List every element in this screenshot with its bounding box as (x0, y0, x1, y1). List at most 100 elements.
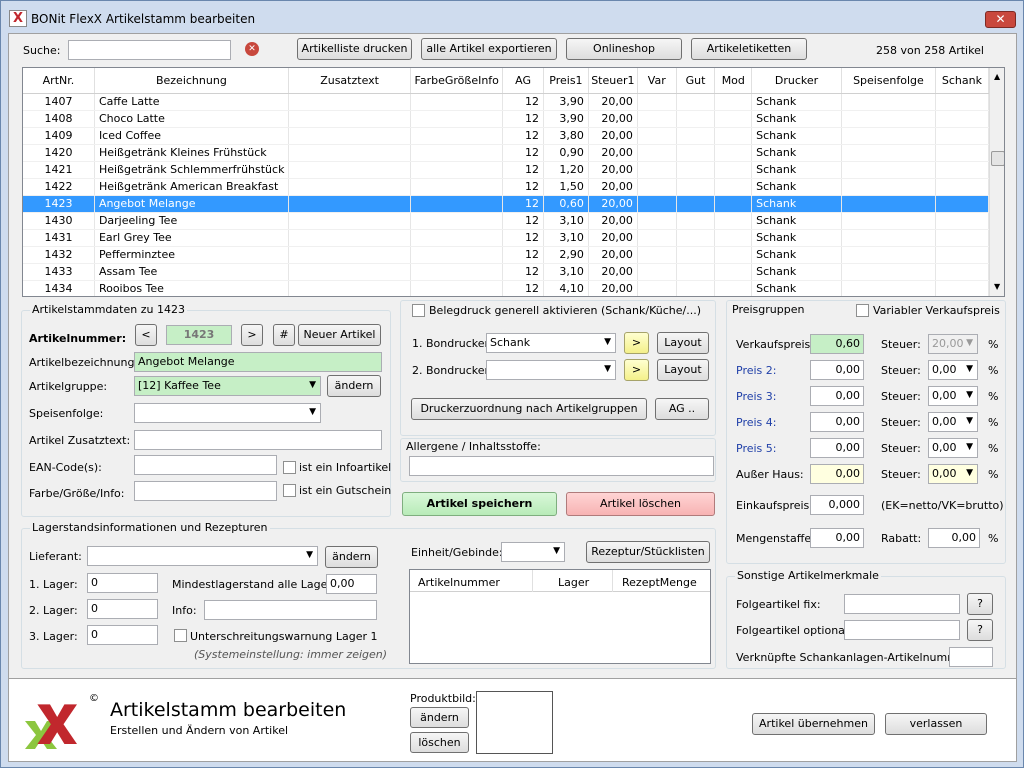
bon2-select[interactable]: ▼ (486, 360, 616, 380)
warn-checkbox[interactable] (174, 629, 187, 642)
delete-image-button[interactable]: löschen (410, 732, 469, 753)
gruppe-select[interactable]: [12] Kaffee Tee ▼ (134, 376, 321, 396)
column-header[interactable]: Bezeichnung (94, 68, 289, 94)
grid-scrollbar[interactable]: ▲ ▼ (989, 68, 1004, 296)
print-list-button[interactable]: Artikelliste drucken (297, 38, 412, 60)
steuer-select[interactable]: 0,00 ▼ (928, 438, 978, 458)
bon1-arrow-button[interactable]: > (624, 332, 649, 354)
scroll-up-icon[interactable]: ▲ (994, 72, 1000, 81)
allergene-field[interactable] (409, 456, 714, 476)
lager1-field[interactable]: 0 (87, 573, 158, 593)
bon2-layout-button[interactable]: Layout (657, 359, 709, 381)
fix-lookup-button[interactable]: ? (967, 593, 993, 615)
hash-button[interactable]: # (273, 324, 295, 346)
search-input[interactable] (68, 40, 231, 60)
article-grid[interactable]: ArtNr. Bezeichnung Zusatztext FarbeGrößeInf… (22, 67, 1005, 297)
price-field[interactable]: 0,00 (810, 438, 864, 458)
speise-select[interactable]: ▼ (134, 403, 321, 423)
min-field[interactable]: 0,00 (326, 574, 377, 594)
change-supplier-button[interactable]: ändern (325, 546, 378, 568)
bon2-arrow-button[interactable]: > (624, 359, 649, 381)
column-header[interactable]: AG (502, 68, 544, 94)
farbe-field[interactable] (134, 481, 277, 501)
price-field[interactable]: 0,00 (810, 412, 864, 432)
bez-field[interactable]: Angebot Melange (134, 352, 382, 372)
steuer-select[interactable]: 20,00 ▼ (928, 334, 978, 354)
scroll-down-icon[interactable]: ▼ (994, 282, 1000, 291)
title-bar[interactable]: X BONit FlexX Artikelstamm bearbeiten ✕ (1, 1, 1023, 35)
gutschein-checkbox[interactable] (283, 484, 296, 497)
ag-button[interactable]: AG .. (655, 398, 709, 420)
schank-field[interactable] (949, 647, 993, 667)
price-field[interactable]: 0,00 (810, 386, 864, 406)
delete-article-button[interactable]: Artikel löschen (566, 492, 715, 516)
column-header[interactable]: ArtNr. (23, 68, 95, 94)
table-row[interactable]: 1430 Darjeeling Tee 12 3,10 20,00 Schank (23, 212, 990, 230)
table-row[interactable]: 1420 Heißgetränk Kleines Frühstück 12 0,90 2… (23, 144, 990, 162)
ek-field[interactable]: 0,000 (810, 495, 864, 515)
lager3-field[interactable]: 0 (87, 625, 158, 645)
change-image-button[interactable]: ändern (410, 707, 469, 728)
column-header[interactable]: Speisenfolge (841, 68, 936, 94)
price-field[interactable]: 0,60 (810, 334, 864, 354)
variabel-checkbox[interactable] (856, 304, 869, 317)
staffel-field[interactable]: 0,00 (810, 528, 864, 548)
column-header[interactable]: Drucker (751, 68, 842, 94)
next-article-button[interactable]: > (241, 324, 263, 346)
close-button[interactable]: ✕ (985, 11, 1016, 28)
infoartikel-checkbox[interactable] (283, 461, 296, 474)
leave-button[interactable]: verlassen (885, 713, 987, 735)
einheit-select[interactable]: ▼ (501, 542, 565, 562)
bon1-layout-button[interactable]: Layout (657, 332, 709, 354)
export-all-button[interactable]: alle Artikel exportieren (421, 38, 557, 60)
opt-field[interactable] (844, 620, 960, 640)
rezeptur-table[interactable]: Artikelnummer Lager RezeptMenge (409, 569, 711, 664)
table-row[interactable]: 1421 Heißgetränk Schlemmerfrühstück 12 1,20… (23, 161, 990, 179)
prev-article-button[interactable]: < (135, 324, 157, 346)
info-field[interactable] (204, 600, 377, 620)
bon1-select[interactable]: Schank ▼ (486, 333, 616, 353)
onlineshop-button[interactable]: Onlineshop (566, 38, 682, 60)
fix-field[interactable] (844, 594, 960, 614)
artnr-field[interactable]: 1423 (166, 325, 232, 345)
column-header[interactable]: Gut (676, 68, 716, 94)
steuer-select[interactable]: 0,00 ▼ (928, 464, 978, 484)
price-field[interactable]: 0,00 (810, 464, 864, 484)
rezeptur-button[interactable]: Rezeptur/Stücklisten (586, 541, 710, 563)
column-header[interactable]: FarbeGrößeInfo (410, 68, 504, 94)
new-article-button[interactable]: Neuer Artikel (298, 324, 381, 346)
clear-search-icon[interactable]: ✕ (245, 42, 259, 56)
steuer-select[interactable]: 0,00 ▼ (928, 386, 978, 406)
column-header[interactable]: Preis1 (543, 68, 589, 94)
ean-field[interactable] (134, 455, 277, 475)
lager2-field[interactable]: 0 (87, 599, 158, 619)
lieferant-select[interactable]: ▼ (87, 546, 318, 566)
apply-article-button[interactable]: Artikel übernehmen (752, 713, 875, 735)
column-header[interactable]: Var (637, 68, 677, 94)
table-row[interactable]: 1423 Angebot Melange 12 0,60 20,00 Schank (23, 195, 990, 213)
rabatt-field[interactable]: 0,00 (928, 528, 980, 548)
table-row[interactable]: 1432 Pefferminztee 12 2,90 20,00 Schank (23, 246, 990, 264)
column-header[interactable]: Schank (935, 68, 990, 94)
table-row[interactable]: 1434 Rooibos Tee 12 4,10 20,00 Schank (23, 280, 990, 296)
opt-lookup-button[interactable]: ? (967, 619, 993, 641)
beleg-checkbox[interactable] (412, 304, 425, 317)
save-article-button[interactable]: Artikel speichern (402, 492, 557, 516)
column-header[interactable]: Steuer1 (588, 68, 638, 94)
price-field[interactable]: 0,00 (810, 360, 864, 380)
change-group-button[interactable]: ändern (327, 375, 381, 397)
zuordnung-button[interactable]: Druckerzuordnung nach Artikelgruppen (411, 398, 647, 420)
article-labels-button[interactable]: Artikeletiketten (691, 38, 807, 60)
steuer-select[interactable]: 0,00 ▼ (928, 412, 978, 432)
table-row[interactable]: 1422 Heißgetränk American Breakfast 12 1,50… (23, 178, 990, 196)
column-header[interactable]: Zusatztext (288, 68, 412, 94)
table-row[interactable]: 1407 Caffe Latte 12 3,90 20,00 Schank (23, 93, 990, 111)
steuer-select[interactable]: 0,00 ▼ (928, 360, 978, 380)
table-row[interactable]: 1433 Assam Tee 12 3,10 20,00 Schank (23, 263, 990, 281)
column-header[interactable]: Mod (714, 68, 753, 94)
table-row[interactable]: 1431 Earl Grey Tee 12 3,10 20,00 Schank (23, 229, 990, 247)
zusatz-field[interactable] (134, 430, 382, 450)
scroll-thumb[interactable] (991, 151, 1004, 166)
table-row[interactable]: 1408 Choco Latte 12 3,90 20,00 Schank (23, 110, 990, 128)
table-row[interactable]: 1409 Iced Coffee 12 3,80 20,00 Schank (23, 127, 990, 145)
